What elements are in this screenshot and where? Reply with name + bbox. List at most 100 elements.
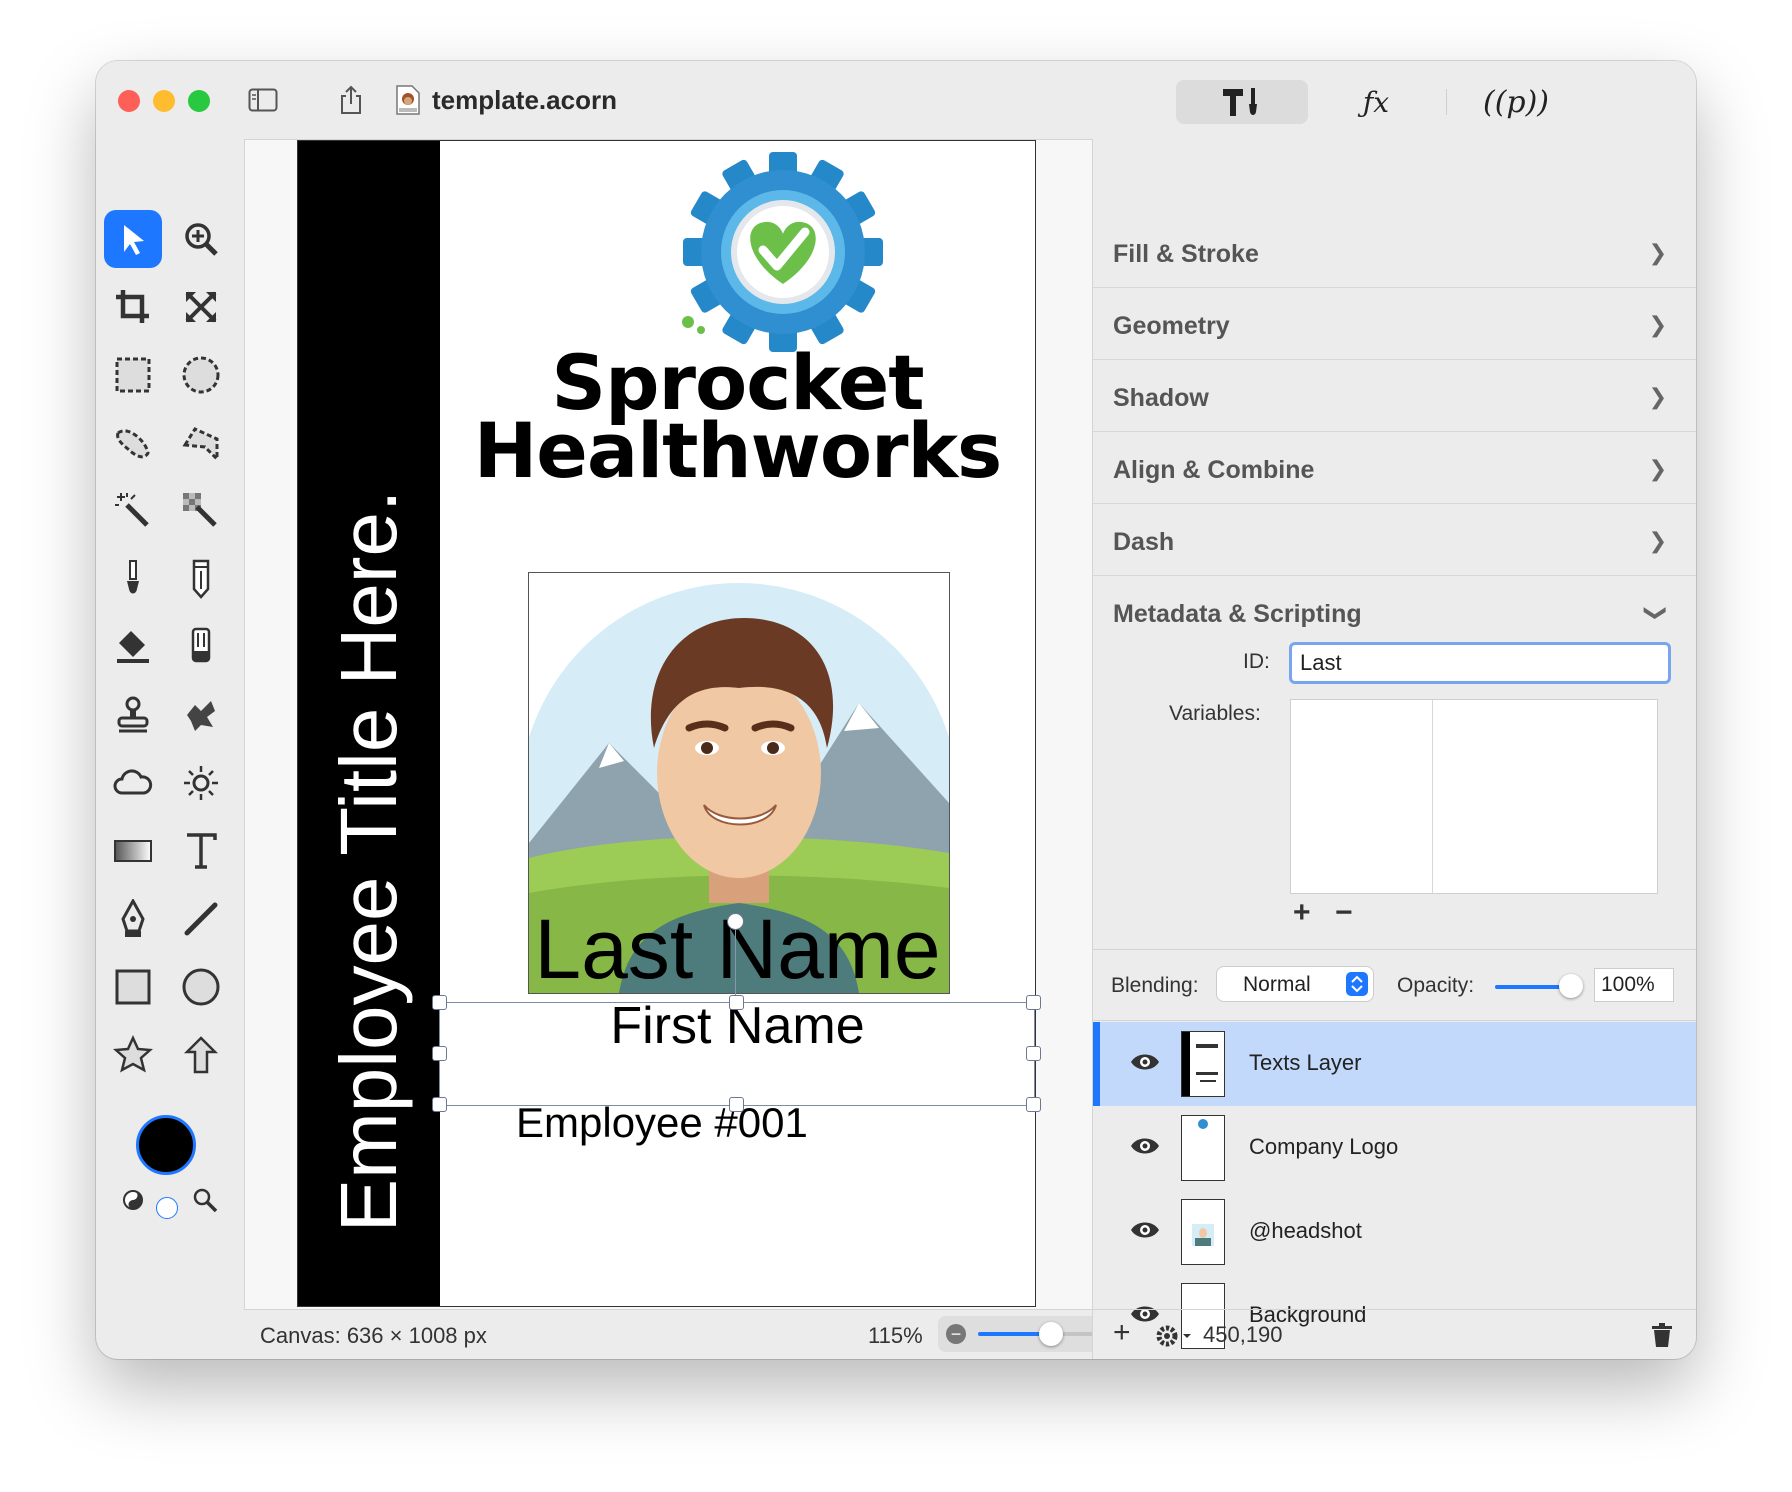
eye-icon[interactable] [1129,1218,1161,1242]
polygon-lasso-tool[interactable] [172,414,230,472]
sidebar-toggle-icon[interactable] [246,83,280,117]
share-icon[interactable] [336,83,366,117]
thumb-text [1196,1072,1218,1075]
magnifier-plus-icon [185,223,218,256]
app-window: template.acorn ƒx ((p)) Employee Title H… [96,61,1696,1359]
company-logo[interactable] [483,147,1035,357]
brush-tool[interactable] [104,550,162,608]
tab-filters[interactable]: ƒx [1336,80,1416,124]
dodge-burn-tool[interactable] [172,754,230,812]
section-shadow[interactable]: Shadow ❯ [1093,360,1696,432]
bezier-pen-tool[interactable] [104,890,162,948]
square-icon [115,969,151,1005]
stroke-color-well[interactable] [136,1115,196,1175]
section-label: Align & Combine [1113,456,1315,484]
swap-colors-icon[interactable] [122,1189,144,1211]
text-tool[interactable] [172,822,230,880]
segment-divider [1446,89,1447,115]
selection-indicator [1093,1022,1100,1106]
rect-select-tool[interactable] [104,346,162,404]
lasso-tool[interactable] [104,414,162,472]
section-fill-stroke[interactable]: Fill & Stroke ❯ [1093,216,1696,288]
ellipse-select-tool[interactable] [172,346,230,404]
section-label: Dash [1113,528,1175,556]
blending-select[interactable]: Normal [1217,967,1373,1001]
zoom-button[interactable] [188,90,210,112]
handle-top-left[interactable] [432,995,447,1010]
handle-top-right[interactable] [1026,995,1041,1010]
up-arrow-icon [183,1036,219,1074]
chevron-right-icon: ❯ [1648,456,1667,481]
layer-row-texts[interactable]: Texts Layer [1093,1022,1696,1106]
panel-divider [1093,949,1696,950]
select-tool[interactable] [104,210,162,268]
employee-number-text[interactable]: Employee #001 [516,1099,808,1147]
crop-tool[interactable] [104,278,162,336]
section-align-combine[interactable]: Align & Combine ❯ [1093,432,1696,504]
section-metadata-scripting[interactable]: Metadata & Scripting ❯ [1093,576,1696,646]
smudge-tool[interactable] [172,686,230,744]
zoom-out-icon[interactable]: − [946,1324,966,1344]
layer-thumbnail [1181,1199,1225,1265]
minimize-button[interactable] [153,90,175,112]
fill-tool[interactable] [104,618,162,676]
oval-tool[interactable] [172,958,230,1016]
rotation-handle[interactable] [727,913,744,930]
add-layer-button[interactable]: + [1113,1316,1131,1350]
opacity-slider-knob[interactable] [1559,974,1583,998]
section-dash[interactable]: Dash ❯ [1093,504,1696,576]
trash-icon[interactable] [1651,1322,1673,1348]
handle-bottom-left[interactable] [432,1097,447,1112]
handle-bottom-middle[interactable] [729,1097,744,1112]
select-arrows-icon [1346,972,1368,996]
zoom-tool[interactable] [172,210,230,268]
polygon-lasso-icon [182,427,219,463]
section-geometry[interactable]: Geometry ❯ [1093,288,1696,360]
layer-row-headshot[interactable]: @headshot [1093,1190,1696,1274]
layer-name: @headshot [1249,1218,1362,1243]
id-field[interactable]: Last [1289,642,1671,684]
gradient-tool[interactable] [104,822,162,880]
close-button[interactable] [118,90,140,112]
fill-color-well[interactable] [156,1197,178,1219]
handle-top-middle[interactable] [729,995,744,1010]
hammer-brush-icon [1223,88,1257,116]
pen-nib-icon [121,899,145,937]
magic-wand-tool[interactable] [104,482,162,540]
rectangle-tool[interactable] [104,958,162,1016]
id-card[interactable]: Employee Title Here. Sprocket Healthwork… [297,140,1036,1307]
zoom-percent-label: 115% [868,1323,923,1348]
tab-tools-inspector[interactable] [1176,80,1308,124]
opacity-field[interactable]: 100% [1595,969,1673,1001]
canvas-area[interactable]: Employee Title Here. Sprocket Healthwork… [244,139,1093,1310]
sun-icon [184,766,218,800]
star-tool[interactable] [104,1026,162,1084]
thumb-photo [1192,1224,1214,1246]
smudge-icon [187,701,215,731]
pencil-tool[interactable] [172,550,230,608]
zoom-slider-knob[interactable] [1038,1322,1063,1346]
canvas-size-label: Canvas: 636 × 1008 px [260,1323,487,1348]
handle-middle-right[interactable] [1026,1046,1041,1061]
arrow-shape-tool[interactable] [172,1026,230,1084]
handle-bottom-right[interactable] [1026,1097,1041,1112]
eye-icon[interactable] [1129,1134,1161,1158]
instant-alpha-tool[interactable] [172,482,230,540]
remove-variable-button[interactable]: − [1335,896,1353,930]
employee-title-text[interactable]: Employee Title Here. [323,490,415,1233]
gear-icon[interactable] [1155,1323,1195,1349]
opacity-slider-track[interactable] [1495,974,1583,998]
eraser-tool[interactable] [172,618,230,676]
variables-table[interactable] [1290,699,1658,894]
eye-icon[interactable] [1129,1050,1161,1074]
handle-middle-left[interactable] [432,1046,447,1061]
tab-plugins[interactable]: ((p)) [1476,80,1556,124]
zoom-slider-track[interactable] [978,1322,1110,1346]
transform-tool[interactable] [172,278,230,336]
color-picker-icon[interactable] [192,1187,218,1213]
layer-row-company-logo[interactable]: Company Logo [1093,1106,1696,1190]
line-tool[interactable] [172,890,230,948]
shape-processor-tool[interactable] [104,754,162,812]
add-variable-button[interactable]: + [1293,896,1311,930]
clone-tool[interactable] [104,686,162,744]
